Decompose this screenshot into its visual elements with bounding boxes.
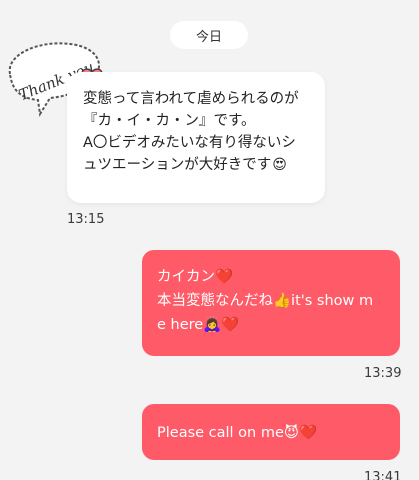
message-line: Please call on me😈❤️ [157, 425, 318, 441]
message-line: 『カ・イ・カ・ン』です。 [83, 113, 256, 129]
outgoing-message-bubble[interactable]: カイカン❤️ 本当変態なんだね👍it's show m e here🙇‍♀️❤️ [142, 250, 400, 356]
date-separator: 今日 [170, 21, 248, 49]
message-timestamp: 13:15 [67, 212, 105, 227]
message-timestamp: 13:41 [364, 470, 402, 480]
message-line: 本当変態なんだね👍it's show m [157, 293, 374, 309]
message-line: カイカン❤️ [157, 269, 234, 285]
message-timestamp: 13:39 [364, 366, 402, 381]
date-label: 今日 [195, 29, 222, 45]
heart-eyes-emoji-icon: 😍 [272, 157, 287, 173]
message-line: 変態って言われて虐められるのが [83, 91, 299, 107]
message-line: e here🙇‍♀️❤️ [157, 317, 240, 333]
message-line: ュツエーションが大好きです😍 [83, 157, 287, 173]
outgoing-message-bubble[interactable]: Please call on me😈❤️ [142, 404, 400, 460]
incoming-message-bubble[interactable]: 変態って言われて虐められるのが 『カ・イ・カ・ン』です。 A〇ビデオみたいな有り… [67, 72, 325, 203]
message-line: A〇ビデオみたいな有り得ないシ [83, 135, 296, 151]
